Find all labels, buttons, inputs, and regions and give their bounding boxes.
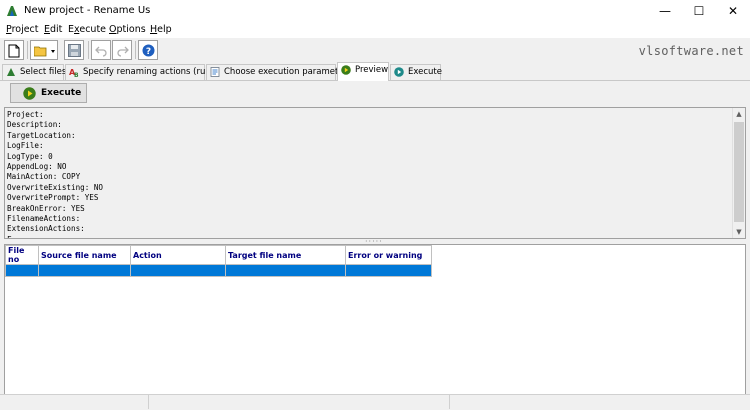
menu-help[interactable]: Help	[150, 24, 172, 35]
table-cell[interactable]	[5, 264, 39, 277]
preview-play-icon	[341, 65, 351, 75]
log-line: FilenameActions:	[7, 214, 81, 224]
scroll-up-icon[interactable]: ▲	[733, 108, 745, 120]
status-panel	[0, 395, 149, 409]
tab-execution-parameters[interactable]: Choose execution parameters	[206, 64, 352, 80]
table-cell[interactable]	[345, 264, 432, 277]
log-line: LogFile:	[7, 141, 44, 151]
maximize-button[interactable]: ☐	[682, 0, 716, 22]
status-bar	[0, 394, 750, 410]
scroll-thumb[interactable]	[734, 122, 744, 222]
log-line: OverwritePrompt: YES	[7, 193, 99, 203]
undo-icon	[95, 46, 107, 57]
tab-renaming-actions[interactable]: A B Specify renaming actions (rules)	[65, 64, 221, 80]
svg-text:?: ?	[146, 47, 151, 57]
log-line: OverwriteExisting: NO	[7, 182, 104, 192]
save-button[interactable]	[64, 40, 84, 60]
log-line: AppendLog: NO	[7, 162, 67, 172]
toolbar-separator	[88, 41, 89, 59]
log-line: Description:	[7, 120, 62, 130]
close-button[interactable]: ✕	[716, 0, 750, 22]
splitter-handle[interactable]: ·····	[365, 238, 385, 246]
toolbar-separator	[27, 41, 28, 59]
redo-button[interactable]	[112, 40, 132, 60]
toolbar-separator	[135, 41, 136, 59]
help-button[interactable]: ?	[138, 40, 158, 60]
column-header-error[interactable]: Error or warning	[345, 245, 432, 265]
redo-icon	[117, 46, 129, 57]
minimize-button[interactable]: —	[648, 0, 682, 22]
log-text: Project: Description: TargetLocation: LogFi…	[7, 110, 104, 238]
table-cell[interactable]	[225, 264, 346, 277]
help-question-icon: ?	[142, 44, 155, 57]
toolbar: ? vlsoftware.net	[0, 38, 750, 62]
parameters-sheet-icon	[210, 67, 220, 77]
brand-label: vlsoftware.net	[638, 44, 744, 58]
table-header-row: File no Source file name Action Target f…	[5, 245, 432, 265]
open-project-button[interactable]	[30, 40, 58, 60]
execute-play-icon	[394, 67, 404, 77]
column-header-target[interactable]: Target file name	[225, 245, 346, 265]
tab-execute[interactable]: Execute	[390, 64, 442, 80]
table-row[interactable]	[5, 264, 432, 277]
folder-open-icon	[34, 46, 55, 57]
title-bar: New project - Rename Us — ☐ ✕	[0, 0, 750, 22]
log-line: TargetLocation:	[7, 130, 76, 140]
scroll-down-icon[interactable]: ▼	[733, 226, 745, 238]
log-line: ExtensionActions:	[7, 224, 85, 234]
arrow-icon	[7, 68, 15, 76]
play-icon	[23, 87, 36, 100]
log-line: LogType: 0	[7, 151, 53, 161]
new-project-button[interactable]	[4, 40, 24, 60]
undo-button[interactable]	[91, 40, 111, 60]
app-icon	[7, 6, 17, 16]
rename-ab-icon: A B	[69, 68, 79, 77]
new-file-icon	[8, 44, 20, 58]
column-header-action[interactable]: Action	[130, 245, 226, 265]
log-line: BreakOnError: YES	[7, 203, 85, 213]
vertical-scrollbar[interactable]: ▲ ▼	[732, 108, 745, 238]
menu-options[interactable]: Options	[109, 24, 146, 35]
menu-project[interactable]: Project	[6, 24, 39, 35]
column-header-source[interactable]: Source file name	[38, 245, 131, 265]
tab-preview[interactable]: Preview	[337, 62, 389, 81]
preview-panel: Execute Project: Description: TargetLocati…	[0, 81, 750, 409]
menu-edit[interactable]: Edit	[44, 24, 62, 35]
table-cell[interactable]	[130, 264, 226, 277]
table-cell[interactable]	[38, 264, 131, 277]
window-title: New project - Rename Us	[24, 5, 151, 16]
log-line: F...	[7, 235, 103, 238]
execute-button[interactable]: Execute	[10, 83, 87, 103]
status-panel	[149, 395, 450, 409]
tab-select-files[interactable]: Select files	[2, 64, 66, 80]
menu-bar: Project Edit Execute Options Help	[0, 22, 750, 38]
tab-strip: Select files A B Specify renaming action…	[0, 62, 750, 81]
svg-text:B: B	[74, 72, 79, 77]
menu-execute[interactable]: Execute	[68, 24, 106, 35]
log-line: Project:	[7, 110, 44, 119]
save-disk-icon	[68, 44, 81, 57]
log-line: MainAction: COPY	[7, 172, 81, 182]
results-grid[interactable]: File no Source file name Action Target f…	[4, 244, 746, 397]
column-header-file-no[interactable]: File no	[5, 245, 39, 265]
project-log-textarea[interactable]: Project: Description: TargetLocation: LogFi…	[4, 107, 746, 239]
results-table: File no Source file name Action Target f…	[5, 245, 432, 277]
